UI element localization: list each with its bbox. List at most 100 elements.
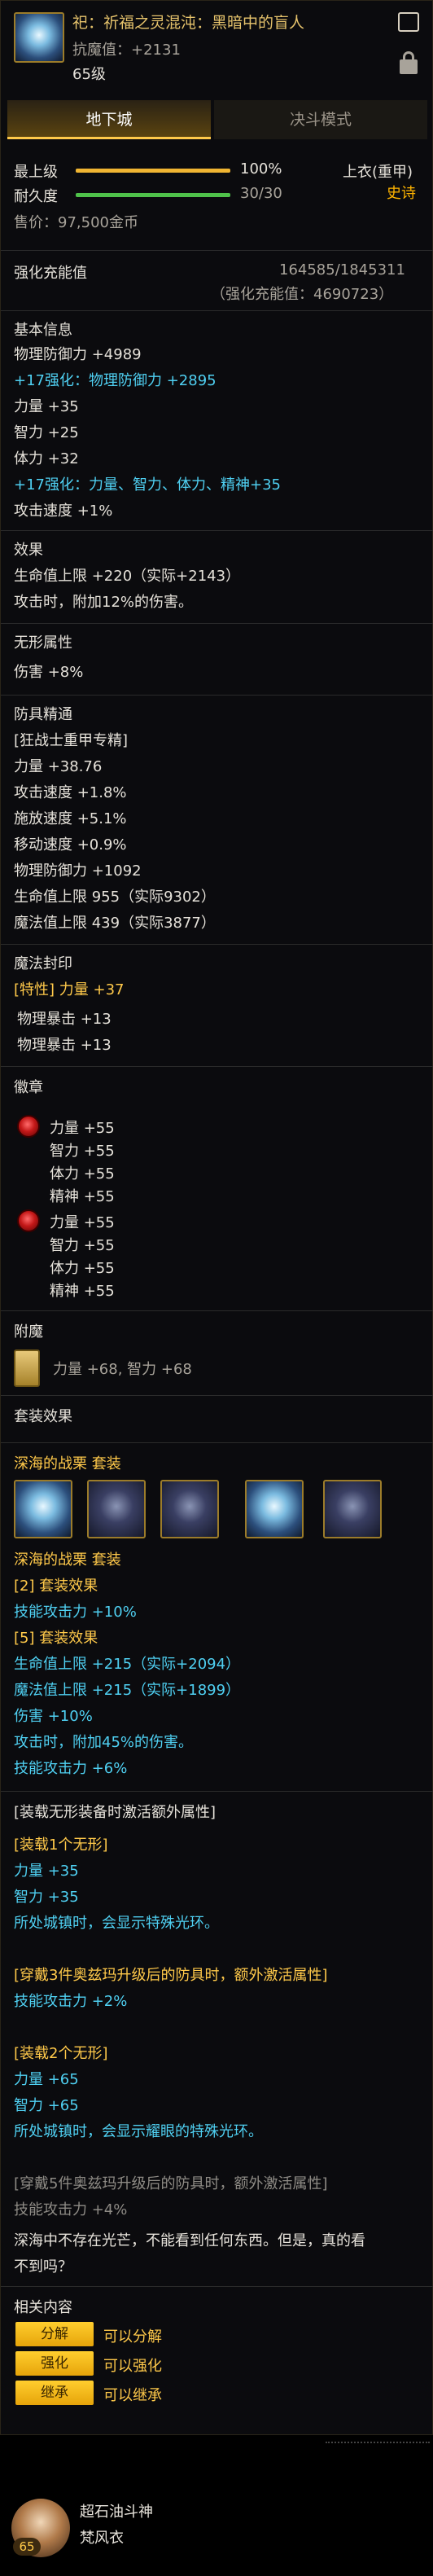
- emblem-line: 力量 +55: [50, 1214, 115, 1231]
- extra-line: 力量 +65: [14, 2071, 79, 2088]
- set-line: 技能攻击力 +10%: [14, 1604, 137, 1621]
- enchant-title: 附魔: [14, 1323, 43, 1341]
- item-icon: [14, 12, 64, 63]
- divider: [1, 944, 433, 945]
- red-emblem-icon: [17, 1209, 40, 1232]
- mastery-line: 魔法值上限 439（实际3877）: [14, 915, 216, 932]
- basic-line: 物理防御力 +4989: [14, 346, 142, 363]
- disassemble-button[interactable]: 分解: [15, 2322, 94, 2346]
- durability-bar: [76, 193, 230, 197]
- extra-line: 所处城镇时，会显示特殊光环。: [14, 1915, 219, 1932]
- mastery-line: [狂战士重甲专精]: [14, 732, 129, 749]
- tab-dungeon[interactable]: 地下城: [7, 100, 211, 139]
- basic-line: +17强化：物理防御力 +2895: [14, 372, 216, 389]
- inherit-button[interactable]: 继承: [15, 2381, 94, 2405]
- seal-title: 魔法封印: [14, 955, 72, 972]
- mastery-line: 施放速度 +5.1%: [14, 810, 127, 827]
- lock-shackle: [403, 51, 414, 63]
- set-item-icon[interactable]: [245, 1480, 304, 1538]
- basic-line: 攻击速度 +1%: [14, 502, 113, 520]
- set-line: 攻击时，附加45%的伤害。: [14, 1734, 194, 1751]
- item-tooltip-panel: 祀：祈福之灵混沌：黑暗中的盲人 抗魔值：+2131 65级 地下城 决斗模式 最…: [0, 0, 433, 2435]
- item-rarity: 史诗: [387, 185, 416, 202]
- extra-line: [穿戴5件奥兹玛升级后的防具时，额外激活属性]: [14, 2175, 328, 2192]
- set-name-2: 深海的战栗 套装: [14, 1551, 121, 1569]
- amp-value: 164585/1845311: [279, 261, 405, 279]
- shapeless-line: 伤害 +8%: [14, 664, 84, 681]
- set-item-icon[interactable]: [14, 1480, 72, 1538]
- extra-title: [装载无形装备时激活额外属性]: [14, 1804, 216, 1821]
- set-item-icon[interactable]: [323, 1480, 382, 1538]
- related-title: 相关内容: [14, 2299, 72, 2316]
- set-name: 深海的战栗 套装: [14, 1455, 121, 1472]
- basic-line: 智力 +25: [14, 424, 79, 441]
- extra-line: 力量 +35: [14, 1863, 79, 1880]
- extra-line: 所处城镇时，会显示耀眼的特殊光环。: [14, 2123, 263, 2140]
- character-sub: 梵风衣: [80, 2530, 124, 2547]
- amp-label: 强化充能值: [14, 265, 87, 282]
- effect-line: 攻击时，附加12%的伤害。: [14, 594, 194, 611]
- set-line: 技能攻击力 +6%: [14, 1760, 128, 1777]
- enchant-card-icon: [14, 1349, 40, 1387]
- mastery-line: 力量 +38.76: [14, 758, 103, 775]
- basic-line: 力量 +35: [14, 398, 79, 415]
- divider: [1, 310, 433, 311]
- set-line: [5] 套装效果: [14, 1630, 98, 1647]
- level-badge: 65: [13, 2538, 41, 2556]
- item-slot: 上衣(重甲): [343, 164, 413, 181]
- divider: [1, 695, 433, 696]
- divider: [1, 1442, 433, 1443]
- emblem-line: 体力 +55: [50, 1165, 115, 1183]
- footer-icons: [326, 2442, 430, 2453]
- share-icon[interactable]: [398, 12, 419, 32]
- reinforce-button[interactable]: 强化: [15, 2351, 94, 2376]
- footer-bar: 65 超石油斗神 梵风衣: [0, 2435, 433, 2576]
- divider: [1, 250, 433, 251]
- related-text: 可以继承: [103, 2387, 162, 2404]
- basic-line: 体力 +32: [14, 450, 79, 467]
- divider: [1, 2286, 433, 2287]
- shapeless-title: 无形属性: [14, 634, 72, 652]
- emblem-line: 精神 +55: [50, 1188, 115, 1205]
- set-line: 伤害 +10%: [14, 1708, 93, 1725]
- divider: [1, 1791, 433, 1792]
- max-level-value: 100%: [240, 160, 282, 178]
- max-level-bar: [76, 169, 230, 173]
- mastery-line: 生命值上限 955（实际9302）: [14, 889, 216, 906]
- seal-line: 物理暴击 +13: [17, 1037, 112, 1054]
- tab-duel-mode[interactable]: 决斗模式: [214, 100, 427, 139]
- divider: [1, 1395, 433, 1396]
- effect-line: 生命值上限 +220（实际+2143）: [14, 568, 241, 585]
- red-emblem-icon: [17, 1115, 40, 1138]
- mastery-line: 物理防御力 +1092: [14, 862, 142, 880]
- durability-value: 30/30: [240, 185, 282, 202]
- max-level-label: 最上级: [14, 164, 58, 181]
- item-name: 祀：祈福之灵混沌：黑暗中的盲人: [72, 14, 305, 32]
- seal-line: 物理暴击 +13: [17, 1011, 112, 1028]
- emblem-line: 精神 +55: [50, 1283, 115, 1300]
- related-text: 可以分解: [103, 2328, 162, 2346]
- mastery-line: 攻击速度 +1.8%: [14, 784, 127, 801]
- divider: [1, 1066, 433, 1067]
- emblem-line: 体力 +55: [50, 1260, 115, 1277]
- anti-magic-value: 抗魔值：+2131: [72, 42, 181, 59]
- set-item-icon[interactable]: [87, 1480, 146, 1538]
- emblem-line: 智力 +55: [50, 1237, 115, 1254]
- divider: [1, 623, 433, 624]
- set-line: [2] 套装效果: [14, 1578, 98, 1595]
- item-level: 65级: [72, 66, 106, 83]
- character-name: 超石油斗神: [80, 2504, 153, 2521]
- extra-line: [装载2个无形]: [14, 2045, 108, 2062]
- set-item-icon[interactable]: [160, 1480, 219, 1538]
- extra-line: [装载1个无形]: [14, 1837, 108, 1854]
- emblem-title: 徽章: [14, 1079, 43, 1096]
- basic-title: 基本信息: [14, 322, 72, 339]
- emblem-line: 智力 +55: [50, 1143, 115, 1160]
- sell-price: 售价：97,500金币: [14, 214, 138, 231]
- set-title: 套装效果: [14, 1408, 72, 1425]
- basic-line: +17强化：力量、智力、体力、精神+35: [14, 476, 281, 494]
- extra-line: 智力 +65: [14, 2097, 79, 2114]
- extra-line: [穿戴3件奥兹玛升级后的防具时，额外激活属性]: [14, 1967, 328, 1984]
- divider: [1, 530, 433, 531]
- extra-line: 技能攻击力 +4%: [14, 2201, 128, 2218]
